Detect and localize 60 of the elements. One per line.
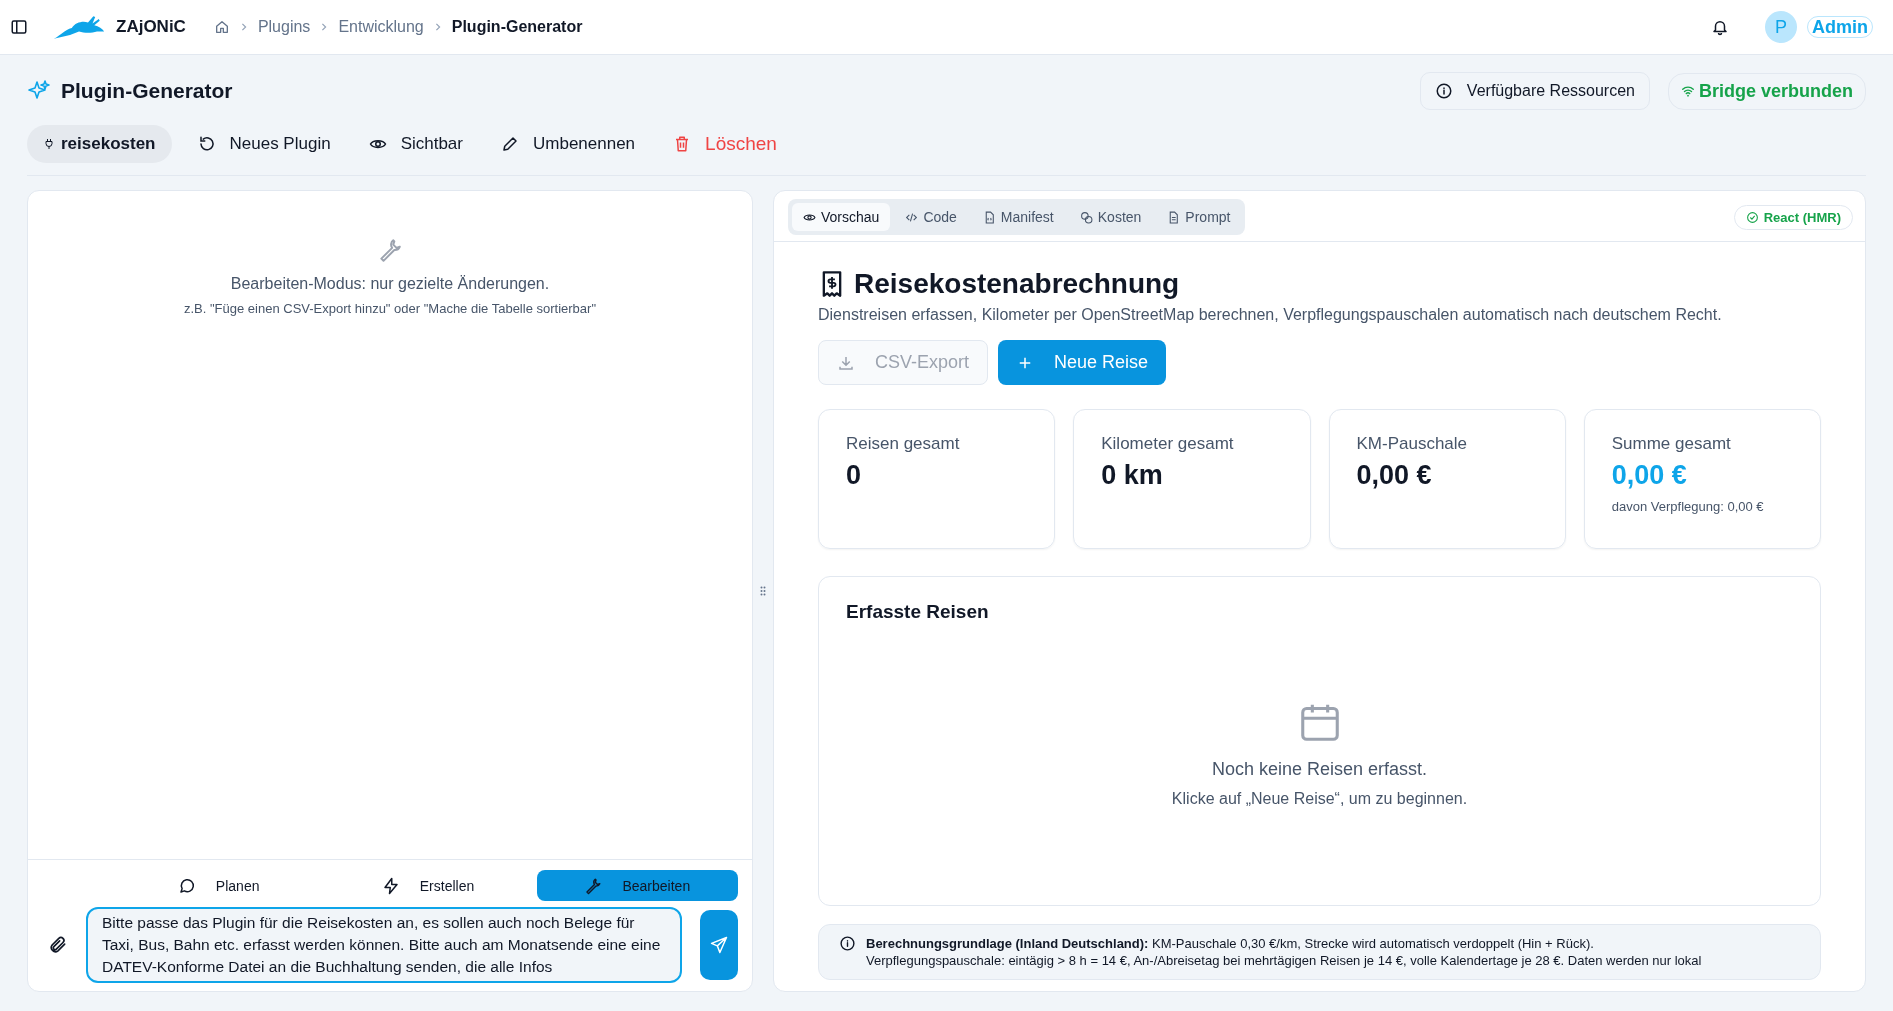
stat-label: Kilometer gesamt (1101, 434, 1235, 454)
stat-label: Summe gesamt (1611, 434, 1732, 454)
sidebar-toggle-icon[interactable] (10, 18, 28, 36)
preview-tab[interactable]: Prompt (1156, 203, 1242, 231)
preview-tab[interactable]: Kosten (1068, 203, 1153, 231)
trips-title: Erfasste Reisen (846, 601, 990, 623)
stat-label: KM-Pauschale (1356, 434, 1469, 454)
pencil-icon (501, 135, 519, 153)
stat-value: 0,00 € (1356, 460, 1433, 491)
chevron-icon (239, 23, 248, 31)
mode-tab[interactable]: Bearbeiten (536, 870, 738, 901)
document-icon (1167, 210, 1181, 224)
reset-icon (197, 135, 216, 153)
mode-hint-title: Bearbeiten-Modus: nur gezielte Änderungen. (230, 275, 550, 293)
check-circle-icon (1745, 210, 1759, 224)
stat-value: 0 km (1101, 460, 1164, 491)
chat-bubble-icon (177, 876, 196, 895)
visible-button[interactable]: Sichtbar (356, 126, 475, 162)
bridge-status-badge: Bridge verbunden (1667, 72, 1866, 110)
chevron-icon (433, 23, 442, 31)
new-button[interactable]: Neues Plugin (185, 126, 343, 162)
page-title: Plugin-Generator (61, 79, 233, 103)
send-button[interactable] (700, 910, 738, 980)
coins-icon (1079, 210, 1093, 224)
preview-tab[interactable]: Vorschau (792, 203, 891, 231)
breadcrumb-link[interactable]: Entwicklung (338, 18, 424, 36)
stat-value: 0,00 € (1611, 460, 1688, 491)
calculation-basis-text: Berechnungsgrundlage (Inland Deutschland): KM-Pauschale 0,30 €/km, Strecke wird automatisch verdoppelt (Hin + Rück). Verpflegungspauschale: eintägig > 8 h = 14 €, An-/Abreisetag bei mehrtägigen Reisen je 14 €, volle Kalendertage je 28 €. Daten werden nur lokal (866, 935, 1702, 969)
home-icon[interactable] (213, 19, 230, 35)
message-input[interactable]: Bitte passe das Plugin für die Reisekosten an, es sollen auch noch Belege für Taxi, Bus, Bahn etc. erfasst werden können. Bitte auch am Monatsende eine eine DATEV-Konforme Datei an die Buchhaltung senden, die alle Infos (86, 907, 682, 983)
delete-button[interactable]: Löschen (661, 125, 789, 163)
info-icon (1434, 82, 1453, 100)
mode-hint-example: z.B. "Füge einen CSV-Export hinzu" oder "Mache die Tabelle sortierbar" (183, 301, 596, 316)
wifi-icon (1680, 84, 1695, 98)
plugin-title: Reisekostenabrechnung (854, 268, 1180, 300)
breadcrumb-link[interactable]: Plugins (257, 18, 311, 36)
mode-tab[interactable]: Planen (118, 870, 320, 901)
resources-button[interactable]: Verfügbare Ressourcen (1419, 72, 1650, 110)
empty-state-hint: Klicke auf „Neue Reise“, um zu beginnen. (1171, 790, 1468, 808)
plugin-description: Dienstreisen erfassen, Kilometer per OpenStreetMap berechnen, Verpflegungspauschalen automatisch nach deutschem Recht. (818, 306, 1723, 324)
paperclip-icon[interactable] (48, 935, 68, 955)
info-icon (839, 935, 856, 952)
plugin-selector[interactable]: reisekosten (27, 125, 172, 163)
stat-note: davon Verpflegung: 0,00 € (1611, 499, 1765, 514)
preview-tab[interactable]: Code (894, 203, 968, 231)
empty-state-title: Noch keine Reisen erfasst. (1211, 759, 1428, 780)
send-icon (709, 935, 729, 955)
wrench-icon (377, 237, 403, 263)
plug-icon (43, 138, 55, 150)
rename-button[interactable]: Umbenennen (489, 126, 648, 162)
wrench-icon (584, 876, 603, 895)
drag-handle-icon[interactable] (760, 586, 766, 596)
mode-tab[interactable]: Erstellen (327, 870, 529, 901)
app-name: ZAjONiC (116, 17, 186, 37)
chevron-icon (320, 23, 329, 31)
stat-label: Reisen gesamt (846, 434, 961, 454)
bell-icon[interactable] (1711, 18, 1729, 36)
preview-tab[interactable]: Manifest (971, 203, 1065, 231)
lightning-icon (381, 876, 400, 895)
stat-value: 0 (846, 460, 863, 491)
